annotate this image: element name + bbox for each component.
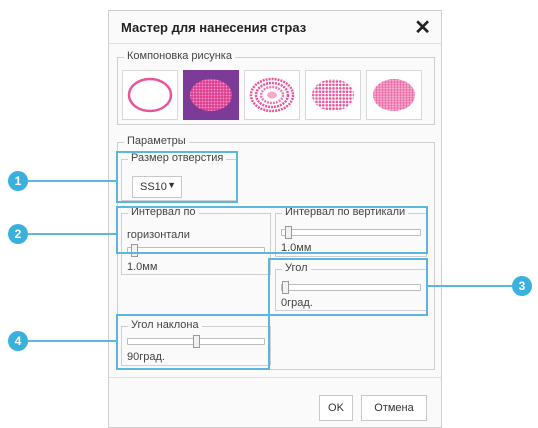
dialog-title: Мастер для нанесения страз: [121, 20, 307, 35]
callout-line-3: [428, 285, 512, 287]
callout-line-2: [28, 233, 116, 235]
layout-tile-concentric[interactable]: [244, 70, 300, 120]
dense-rows-ellipse-icon: [373, 79, 415, 111]
layout-group: Компоновка рисунка: [117, 50, 435, 125]
callout-badge-4: 4: [8, 331, 28, 351]
layout-group-legend: Компоновка рисунка: [124, 50, 235, 62]
highlight-hole-size: [116, 151, 238, 203]
highlight-intervals: [116, 206, 428, 254]
close-icon[interactable]: ✕: [414, 15, 431, 40]
footer-divider: [109, 377, 441, 378]
ring-rows-ellipse-icon: [312, 79, 354, 111]
cancel-button[interactable]: Отмена: [361, 395, 427, 421]
parameters-group-legend: Параметры: [124, 135, 189, 147]
concentric-dots-ellipse-icon: [249, 77, 295, 113]
layout-tile-outline[interactable]: [122, 70, 178, 120]
highlight-angle: [268, 258, 428, 316]
h-interval-value: 1.0мм: [127, 261, 158, 273]
callout-badge-2: 2: [8, 224, 28, 244]
layout-tile-filled[interactable]: [183, 70, 239, 120]
title-bar: Мастер для нанесения страз ✕: [109, 11, 441, 44]
callout-line-4: [28, 340, 116, 342]
callout-badge-3: 3: [512, 276, 532, 296]
filled-grid-ellipse-icon: [190, 79, 232, 111]
layout-tile-dense[interactable]: [366, 70, 422, 120]
callout-line-1: [28, 180, 116, 182]
ok-button[interactable]: OK: [319, 395, 353, 421]
outline-ellipse-icon: [127, 77, 173, 113]
highlight-tilt: [116, 314, 270, 370]
layout-tile-rows[interactable]: [305, 70, 361, 120]
callout-badge-1: 1: [8, 171, 28, 191]
